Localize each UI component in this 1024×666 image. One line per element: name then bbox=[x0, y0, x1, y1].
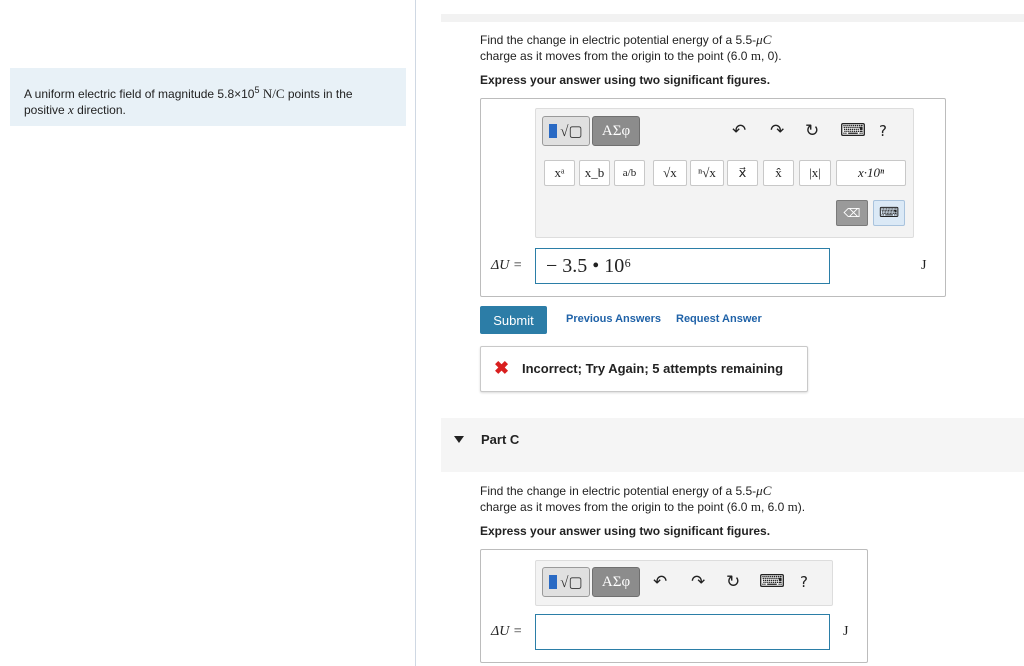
vector-button[interactable]: x⃗ bbox=[727, 160, 758, 186]
sqrt-box-icon: √▢ bbox=[560, 123, 583, 140]
templates-button[interactable]: √▢ bbox=[542, 116, 590, 146]
part-c-instruction: Express your answer using two significan… bbox=[480, 524, 771, 538]
help-icon[interactable]: ? bbox=[879, 121, 887, 141]
charge-unit: μC bbox=[756, 32, 772, 47]
keyboard-toggle-icon[interactable]: ⌨ bbox=[873, 200, 905, 226]
keyboard-icon[interactable]: ⌨ bbox=[759, 572, 785, 592]
sqrt-button[interactable]: √x bbox=[653, 160, 687, 186]
delta-u-label: ΔU = bbox=[491, 258, 523, 273]
greek-symbols-button-c[interactable]: ΑΣφ bbox=[592, 567, 640, 597]
keyboard-icon[interactable]: ⌨ bbox=[840, 121, 866, 141]
subscript-button[interactable]: x_b bbox=[579, 160, 610, 186]
reset-icon[interactable]: ↻ bbox=[805, 121, 819, 141]
part-c-header[interactable]: Part C bbox=[441, 418, 1024, 472]
question-text-3: , 6.0 bbox=[760, 500, 788, 514]
template-block-icon bbox=[549, 124, 558, 138]
meter-unit: m bbox=[750, 499, 761, 514]
fraction-button[interactable]: a/b bbox=[614, 160, 645, 186]
answer-label-c: ΔU = bbox=[491, 624, 522, 640]
left-panel: A uniform electric field of magnitude 5.… bbox=[0, 0, 416, 666]
question-text: Find the change in electric potential en… bbox=[480, 33, 757, 47]
question-text-3: , 0). bbox=[760, 49, 782, 63]
submit-button[interactable]: Submit bbox=[480, 306, 547, 334]
meter-unit: m bbox=[750, 48, 761, 63]
charge-unit: μC bbox=[756, 483, 772, 498]
reset-icon[interactable]: ↻ bbox=[726, 572, 740, 592]
scientific-notation-button[interactable]: x·10ⁿ bbox=[836, 160, 906, 186]
template-block-icon bbox=[549, 575, 558, 589]
absolute-value-button[interactable]: |x| bbox=[799, 160, 831, 186]
feedback-message: Incorrect; Try Again; 5 attempts remaini… bbox=[522, 361, 784, 376]
feedback-box: ✖ Incorrect; Try Again; 5 attempts remai… bbox=[480, 346, 808, 392]
answer-label: ΔU = bbox=[491, 258, 522, 274]
part-b-header-bar bbox=[441, 14, 1024, 22]
intro-text: A uniform electric field of magnitude 5.… bbox=[24, 87, 255, 101]
undo-icon[interactable]: ↶ bbox=[653, 572, 667, 592]
intro-exponent: 5 bbox=[254, 85, 260, 95]
answer-unit-c: J bbox=[843, 624, 849, 639]
problem-intro: A uniform electric field of magnitude 5.… bbox=[10, 68, 406, 126]
intro-unit: N/C bbox=[262, 86, 285, 101]
greek-symbols-button[interactable]: ΑΣφ bbox=[592, 116, 640, 146]
part-b-question: Find the change in electric potential en… bbox=[480, 32, 782, 64]
delete-icon[interactable]: ⌫ bbox=[836, 200, 868, 226]
question-text-2: charge as it moves from the origin to th… bbox=[480, 500, 751, 514]
unit-vector-button[interactable]: x̂ bbox=[763, 160, 794, 186]
question-text: Find the change in electric potential en… bbox=[480, 484, 757, 498]
collapse-triangle-icon[interactable] bbox=[454, 436, 464, 443]
error-x-icon: ✖ bbox=[494, 358, 510, 378]
superscript-button[interactable]: xᵃ bbox=[544, 160, 575, 186]
question-text-2: charge as it moves from the origin to th… bbox=[480, 49, 751, 63]
part-b-instruction: Express your answer using two significan… bbox=[480, 73, 771, 87]
part-c-title: Part C bbox=[481, 432, 520, 447]
meter-unit-2: m bbox=[787, 499, 798, 514]
part-c-question: Find the change in electric potential en… bbox=[480, 483, 805, 515]
answer-input[interactable]: − 3.5 • 10⁶ bbox=[535, 248, 830, 284]
undo-icon[interactable]: ↶ bbox=[732, 121, 746, 141]
request-answer-link[interactable]: Request Answer bbox=[676, 313, 762, 325]
answer-input-c[interactable] bbox=[535, 614, 830, 650]
templates-button-c[interactable]: √▢ bbox=[542, 567, 590, 597]
answer-unit: J bbox=[921, 258, 927, 273]
delta-u-label: ΔU = bbox=[491, 624, 523, 639]
help-icon[interactable]: ? bbox=[800, 572, 808, 592]
redo-icon[interactable]: ↷ bbox=[770, 121, 784, 141]
question-text-4: ). bbox=[797, 500, 806, 514]
sqrt-box-icon: √▢ bbox=[560, 574, 583, 591]
previous-answers-link[interactable]: Previous Answers bbox=[566, 313, 661, 325]
intro-text-3: direction. bbox=[73, 103, 126, 117]
redo-icon[interactable]: ↷ bbox=[691, 572, 705, 592]
nth-root-button[interactable]: ⁿ√x bbox=[690, 160, 724, 186]
